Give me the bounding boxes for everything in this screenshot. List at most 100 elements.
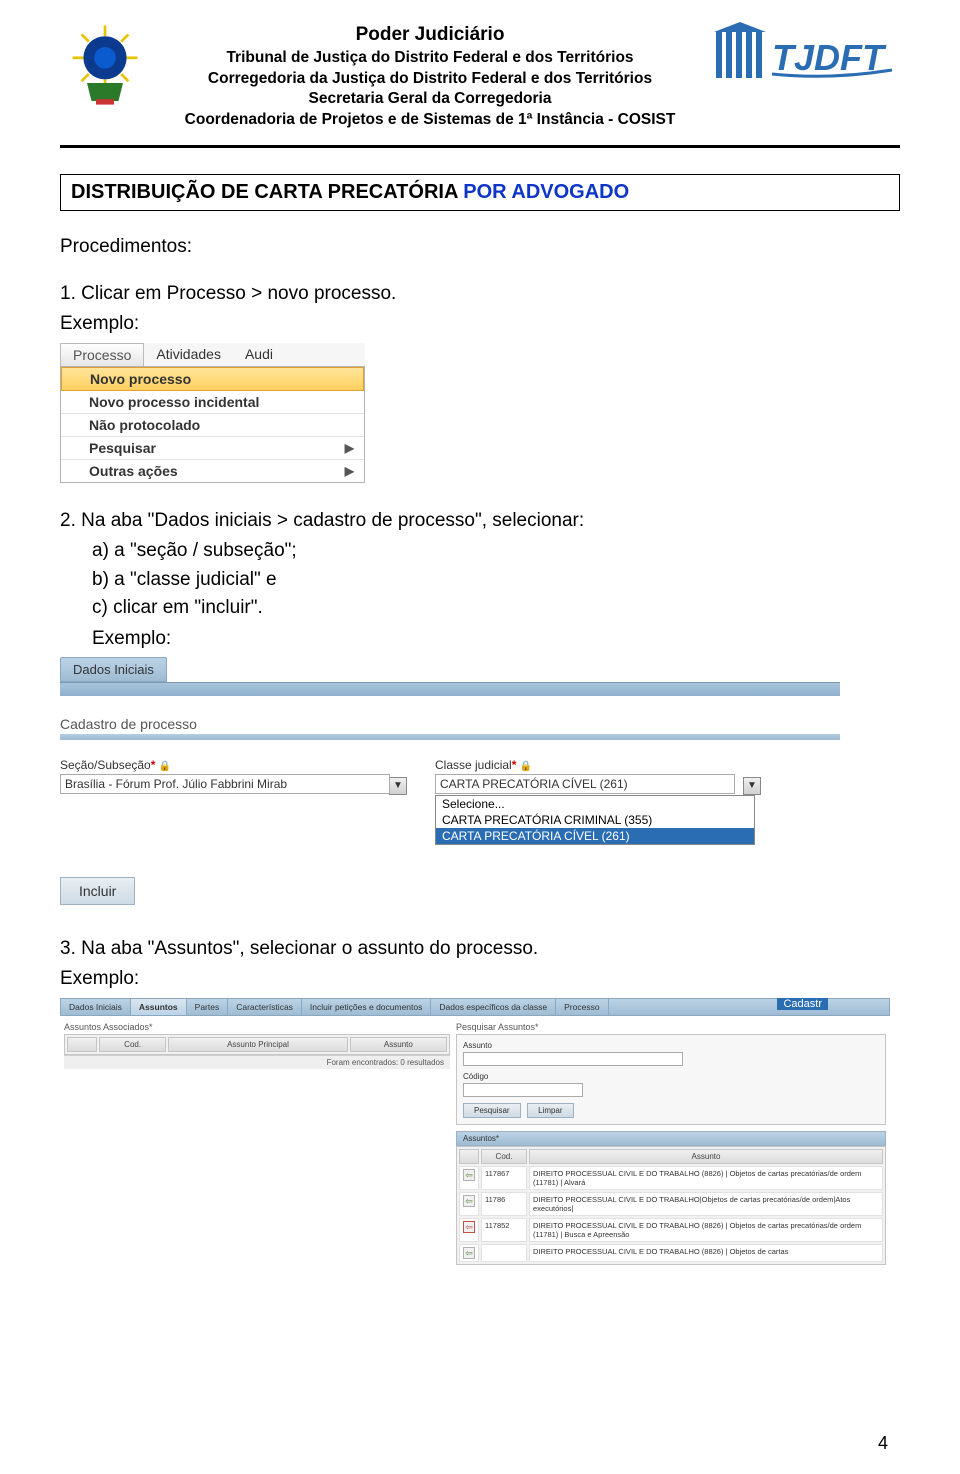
label-classe-text: Classe judicial <box>435 758 512 772</box>
th-cod-right: Cod. <box>481 1149 527 1164</box>
cadastr-badge: Cadastr <box>777 998 828 1010</box>
add-arrow-icon[interactable]: ⇦ <box>463 1195 475 1207</box>
dd-option-criminal[interactable]: CARTA PRECATÓRIA CRIMINAL (355) <box>436 812 754 828</box>
ss1-tabbar: Processo Atividades Audi <box>60 343 365 366</box>
assuntos-associados-header: Assuntos Associados* <box>64 1022 450 1032</box>
step-2-b: b) a "classe judicial" e <box>60 566 900 595</box>
screenshot-cadastro-processo: Dados Iniciais Cadastro de processo Seçã… <box>60 657 840 905</box>
assuntos-results-header: Assuntos* <box>456 1131 886 1146</box>
table-row: ⇦ 117852 DIREITO PROCESSUAL CIVIL E DO T… <box>459 1218 883 1242</box>
tab-dados-iniciais[interactable]: Dados Iniciais <box>61 999 131 1015</box>
tab-audi[interactable]: Audi <box>233 343 285 366</box>
table-row: ⇦ 11786 DIREITO PROCESSUAL CIVIL E DO TR… <box>459 1192 883 1216</box>
tab-processo[interactable]: Processo <box>556 999 608 1015</box>
dropdown-secao-value: Brasília - Fórum Prof. Júlio Fabbrini Mi… <box>65 777 385 791</box>
cell-assunto: DIREITO PROCESSUAL CIVIL E DO TRABALHO|O… <box>529 1192 883 1216</box>
cell-assunto: DIREITO PROCESSUAL CIVIL E DO TRABALHO (… <box>529 1244 883 1262</box>
header-line-5: Coordenadoria de Projetos e de Sistemas … <box>150 110 710 131</box>
step-2-intro: 2. Na aba "Dados iniciais > cadastro de … <box>60 507 900 536</box>
input-assunto[interactable] <box>463 1052 683 1066</box>
ss3-tabbar: Dados Iniciais Assuntos Partes Caracterí… <box>60 998 890 1016</box>
title-box: DISTRIBUIÇÃO DE CARTA PRECATÓRIA POR ADV… <box>60 174 900 211</box>
cell-cod: 117867 <box>481 1166 527 1190</box>
menu-item-pesquisar[interactable]: Pesquisar ▶ <box>61 437 364 460</box>
tab-partes[interactable]: Partes <box>187 999 229 1015</box>
label-classe: Classe judicial* 🔒 <box>435 758 775 772</box>
page-header: Poder Judiciário Tribunal de Justiça do … <box>60 20 900 131</box>
dd-option-selecione[interactable]: Selecione... <box>436 796 754 812</box>
submenu-arrow-icon: ▶ <box>345 464 354 478</box>
menu-item-nao-protocolado[interactable]: Não protocolado <box>61 414 364 437</box>
assuntos-results-table: Cod. Assunto ⇦ 117867 DIREITO PROCESSUAL… <box>456 1146 886 1265</box>
add-arrow-icon[interactable]: ⇦ <box>463 1247 475 1259</box>
limpar-button[interactable]: Limpar <box>527 1103 573 1118</box>
label-assunto: Assunto <box>463 1041 879 1050</box>
title-blue: POR ADVOGADO <box>463 181 629 203</box>
th-empty <box>67 1037 97 1052</box>
ss2-tab-bar <box>60 682 840 696</box>
th-action <box>459 1149 479 1164</box>
input-codigo[interactable] <box>463 1083 583 1097</box>
submenu-arrow-icon: ▶ <box>345 441 354 455</box>
menu-item-novo-processo-incidental[interactable]: Novo processo incidental <box>61 391 364 414</box>
screenshot-processo-menu: Processo Atividades Audi Novo processo N… <box>60 343 365 483</box>
cell-cod <box>481 1244 527 1262</box>
table-row: ⇦ DIREITO PROCESSUAL CIVIL E DO TRABALHO… <box>459 1244 883 1262</box>
tab-dados-iniciais[interactable]: Dados Iniciais <box>60 657 167 682</box>
add-arrow-highlighted-icon[interactable]: ⇦ <box>463 1221 475 1233</box>
exemplo-label-2: Exemplo: <box>60 625 900 654</box>
processo-dropdown-menu: Novo processo Novo processo incidental N… <box>60 366 365 483</box>
pesquisar-button[interactable]: Pesquisar <box>463 1103 521 1118</box>
th-assunto-right: Assunto <box>529 1149 883 1164</box>
incluir-button[interactable]: Incluir <box>60 877 135 905</box>
cell-assunto: DIREITO PROCESSUAL CIVIL E DO TRABALHO (… <box>529 1166 883 1190</box>
search-block: Assunto Código Pesquisar Limpar <box>456 1034 886 1125</box>
cell-assunto: DIREITO PROCESSUAL CIVIL E DO TRABALHO (… <box>529 1218 883 1242</box>
procedimentos-heading: Procedimentos: <box>60 233 900 262</box>
lock-icon: 🔒 <box>520 761 532 772</box>
dropdown-secao[interactable]: Brasília - Fórum Prof. Júlio Fabbrini Mi… <box>60 774 390 794</box>
header-line-3: Corregedoria da Justiça do Distrito Fede… <box>150 69 710 90</box>
chevron-down-icon[interactable]: ▼ <box>743 777 761 795</box>
step-1-text: 1. Clicar em Processo > novo processo. <box>60 280 900 309</box>
screenshot-assuntos: Cadastr Dados Iniciais Assuntos Partes C… <box>60 998 890 1271</box>
brazil-coat-of-arms-icon <box>60 20 150 110</box>
exemplo-label-3: Exemplo: <box>60 965 900 994</box>
menu-item-outras-label: Outras ações <box>89 463 178 479</box>
add-arrow-icon[interactable]: ⇦ <box>463 1169 475 1181</box>
header-line-1: Poder Judiciário <box>150 22 710 48</box>
dropdown-classe-list: Selecione... CARTA PRECATÓRIA CRIMINAL (… <box>435 795 755 845</box>
tab-incluir-peticoes[interactable]: Incluir petições e documentos <box>302 999 431 1015</box>
dropdown-classe-value: CARTA PRECATÓRIA CÍVEL (261) <box>440 777 730 791</box>
cell-cod: 117852 <box>481 1218 527 1242</box>
chevron-down-icon[interactable]: ▼ <box>389 777 407 795</box>
header-divider <box>60 145 900 148</box>
menu-item-outras-acoes[interactable]: Outras ações ▶ <box>61 460 364 482</box>
tab-caracteristicas[interactable]: Características <box>228 999 302 1015</box>
pesquisar-assuntos-panel: Pesquisar Assuntos* Assunto Código Pesqu… <box>456 1022 886 1265</box>
tjdft-logo-icon: TJDFT <box>710 20 900 90</box>
field-secao-subsecao: Seção/Subseção* 🔒 Brasília - Fórum Prof.… <box>60 758 415 845</box>
th-assunto: Assunto <box>350 1037 447 1052</box>
assuntos-associados-table: Cod. Assunto Principal Assunto <box>64 1034 450 1055</box>
menu-item-pesquisar-label: Pesquisar <box>89 440 156 456</box>
dropdown-classe[interactable]: CARTA PRECATÓRIA CÍVEL (261) <box>435 774 735 794</box>
tab-dados-especificos[interactable]: Dados específicos da classe <box>431 999 556 1015</box>
th-cod: Cod. <box>99 1037 166 1052</box>
step-3-text: 3. Na aba "Assuntos", selecionar o assun… <box>60 935 900 964</box>
tab-assuntos[interactable]: Assuntos <box>131 999 187 1015</box>
menu-item-novo-processo[interactable]: Novo processo <box>61 367 364 391</box>
label-codigo: Código <box>463 1072 879 1081</box>
tab-atividades[interactable]: Atividades <box>144 343 233 366</box>
header-line-2: Tribunal de Justiça do Distrito Federal … <box>150 48 710 69</box>
page-number: 4 <box>878 1433 888 1454</box>
required-star-icon: * <box>512 758 517 772</box>
panel-title-cadastro: Cadastro de processo <box>60 716 840 732</box>
dd-option-civel[interactable]: CARTA PRECATÓRIA CÍVEL (261) <box>436 828 754 844</box>
lock-icon: 🔒 <box>159 761 171 772</box>
header-line-4: Secretaria Geral da Corregedoria <box>150 89 710 110</box>
exemplo-label-1: Exemplo: <box>60 310 900 339</box>
tab-processo[interactable]: Processo <box>60 343 144 366</box>
no-results-text: Foram encontrados: 0 resultados <box>64 1055 450 1069</box>
step-2-c: c) clicar em "incluir". <box>60 594 900 623</box>
